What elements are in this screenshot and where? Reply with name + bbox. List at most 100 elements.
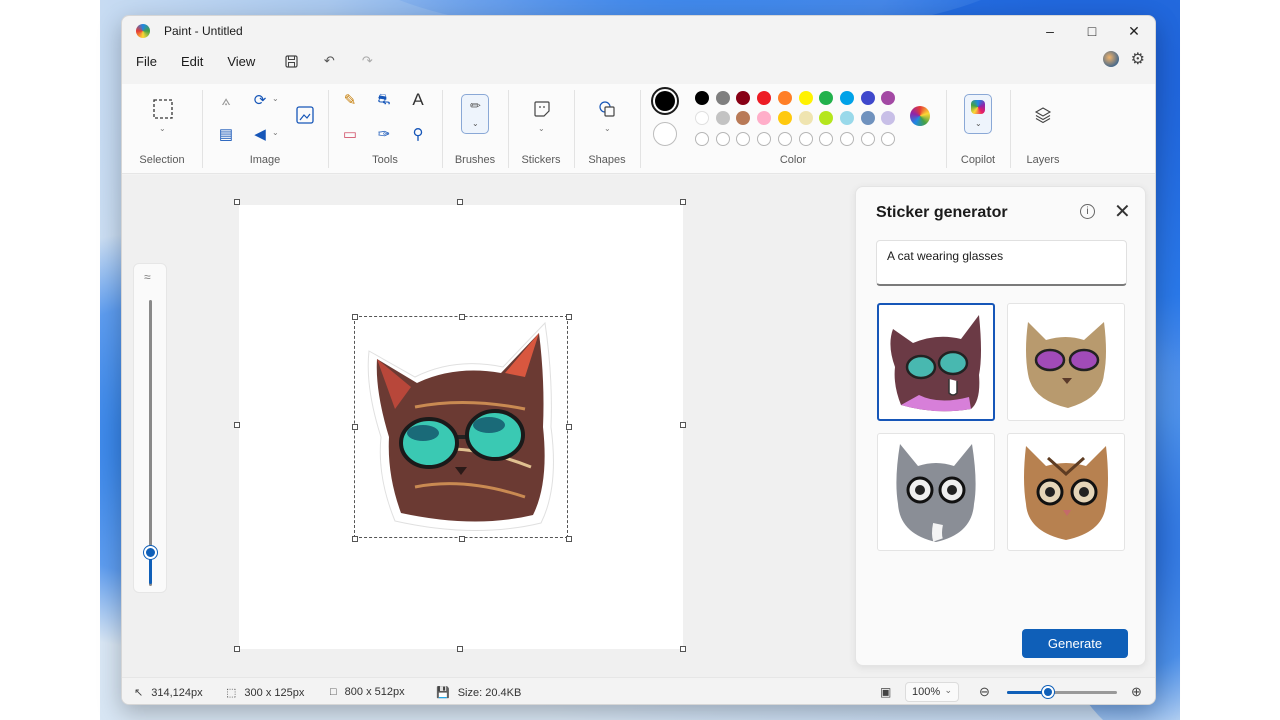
sticker-result-3[interactable] [877,433,995,551]
color-swatch[interactable] [798,111,813,125]
canvas-resize-handle[interactable] [457,199,463,205]
sticker-prompt-input[interactable]: A cat wearing glasses [876,240,1127,286]
brush-size-slider[interactable]: ≈ [133,263,167,593]
canvas-resize-handle[interactable] [680,646,686,652]
custom-color-slot[interactable] [736,132,751,146]
resize-handle[interactable] [459,314,465,320]
canvas-resize-handle[interactable] [680,422,686,428]
slider-knob[interactable] [144,546,157,559]
color-swatch[interactable] [715,111,730,125]
pencil-icon[interactable]: ✎ [340,90,360,110]
resize-handle[interactable] [352,314,358,320]
primary-color-swatch[interactable] [651,87,679,115]
sticker-icon[interactable] [531,98,553,120]
save-icon[interactable] [279,49,303,73]
edit-colors-icon[interactable] [910,106,930,126]
crop-icon[interactable]: ⟑ [216,90,236,110]
chevron-down-icon[interactable]: ⌄ [538,124,545,133]
custom-color-slot[interactable] [839,132,854,146]
color-swatch[interactable] [695,111,709,125]
shapes-icon[interactable] [596,98,618,120]
resize-handle[interactable] [566,536,572,542]
sticker-result-1[interactable] [877,303,995,421]
undo-icon[interactable]: ↶ [317,49,341,73]
chevron-down-icon[interactable]: ⌄ [272,128,279,137]
maximize-button[interactable]: □ [1071,16,1113,46]
info-icon[interactable]: i [1080,204,1095,219]
close-button[interactable]: ✕ [1113,16,1155,46]
color-swatch[interactable] [839,111,854,125]
custom-color-slot[interactable] [881,132,896,146]
tools-group: ✎ ⛐ A ▭ ✑ ⚲ Tools [328,84,442,174]
menu-file[interactable]: File [136,54,157,69]
resize-handle[interactable] [352,536,358,542]
fit-to-window-icon[interactable]: ▣ [880,685,891,699]
custom-color-slot[interactable] [757,132,772,146]
settings-gear-icon[interactable]: ⚙ [1131,49,1145,69]
flip-icon[interactable]: ◀ [250,124,270,144]
zoom-slider-knob[interactable] [1042,686,1054,698]
color-swatch[interactable] [736,111,751,125]
generate-button[interactable]: Generate [1022,629,1128,658]
custom-color-slot[interactable] [715,132,730,146]
resize-handle[interactable] [352,424,358,430]
color-swatch[interactable] [777,111,792,125]
chevron-down-icon[interactable]: ⌄ [604,124,611,133]
resize-image-icon[interactable] [294,104,316,126]
chevron-down-icon[interactable]: ⌄ [272,94,279,103]
secondary-color-swatch[interactable] [653,122,677,146]
close-panel-icon[interactable]: ✕ [1114,199,1131,224]
color-swatch[interactable] [819,91,834,105]
minimize-button[interactable]: – [1029,16,1071,46]
custom-color-slot[interactable] [777,132,792,146]
menu-edit[interactable]: Edit [181,54,203,69]
color-swatch[interactable] [881,91,896,105]
eraser-icon[interactable]: ▭ [340,124,360,144]
redo-icon[interactable]: ↷ [355,49,379,73]
color-swatch[interactable] [757,91,772,105]
resize-handle[interactable] [566,424,572,430]
brush-button[interactable]: ✏ ⌄ [461,94,489,134]
drawing-canvas[interactable] [239,205,683,649]
resize-handle[interactable] [459,536,465,542]
canvas-resize-handle[interactable] [457,646,463,652]
zoom-in-icon[interactable]: ⊕ [1131,684,1142,700]
color-swatch[interactable] [777,91,792,105]
custom-color-slot[interactable] [695,132,709,146]
custom-color-slot[interactable] [798,132,813,146]
color-swatch[interactable] [839,91,854,105]
chevron-down-icon[interactable]: ⌄ [159,124,166,133]
color-swatch[interactable] [881,111,896,125]
sticker-selection-box[interactable] [354,316,568,538]
canvas-resize-handle[interactable] [234,199,240,205]
canvas-resize-handle[interactable] [680,199,686,205]
custom-color-slot[interactable] [860,132,875,146]
remove-background-icon[interactable]: ▤ [216,124,236,144]
zoom-out-icon[interactable]: ⊖ [979,684,990,700]
canvas-resize-handle[interactable] [234,422,240,428]
color-swatch[interactable] [695,91,709,105]
menu-view[interactable]: View [227,54,255,69]
copilot-button[interactable]: ⌄ [964,94,992,134]
color-swatch[interactable] [860,91,875,105]
rotate-icon[interactable]: ⟳ [250,90,270,110]
sticker-result-4[interactable] [1007,433,1125,551]
color-swatch[interactable] [819,111,834,125]
color-swatch[interactable] [736,91,751,105]
color-swatch[interactable] [798,91,813,105]
rectangle-select-icon[interactable] [152,98,174,120]
account-avatar[interactable] [1102,51,1119,67]
canvas-resize-handle[interactable] [234,646,240,652]
text-tool-icon[interactable]: A [408,90,428,110]
magnifier-icon[interactable]: ⚲ [408,124,428,144]
sticker-result-2[interactable] [1007,303,1125,421]
fill-bucket-icon[interactable]: ⛐ [374,90,394,110]
color-swatch[interactable] [715,91,730,105]
layers-icon[interactable] [1032,104,1054,126]
color-picker-icon[interactable]: ✑ [374,124,394,144]
color-swatch[interactable] [860,111,875,125]
resize-handle[interactable] [566,314,572,320]
color-swatch[interactable] [757,111,772,125]
custom-color-slot[interactable] [819,132,834,146]
zoom-select[interactable]: 100% ⌄ [905,682,959,702]
